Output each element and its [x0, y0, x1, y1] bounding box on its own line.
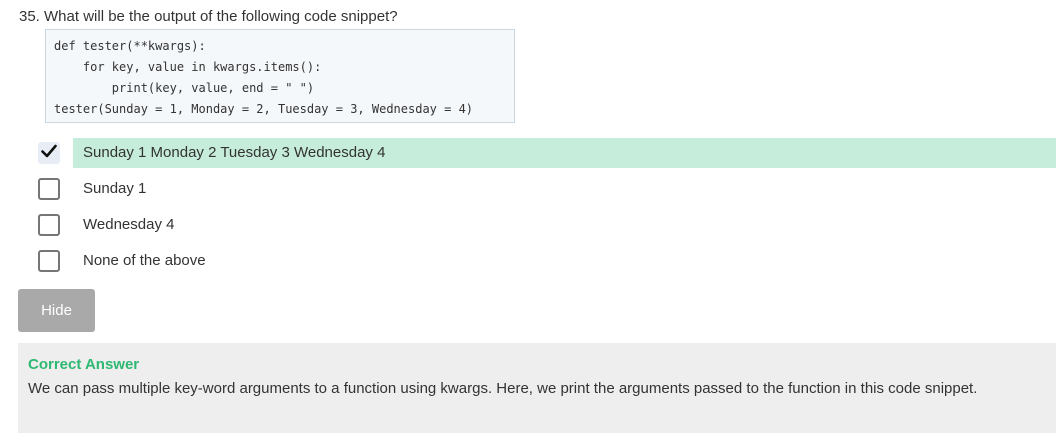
- question-text: 35. What will be the output of the follo…: [19, 8, 398, 25]
- option-3-checkbox[interactable]: [38, 214, 60, 236]
- hide-button[interactable]: Hide: [18, 289, 95, 332]
- code-line: for key, value in kwargs.items():: [54, 60, 322, 74]
- option-4-checkbox[interactable]: [38, 250, 60, 272]
- answer-explanation: We can pass multiple key-word arguments …: [28, 380, 978, 397]
- option-1-label: Sunday 1 Monday 2 Tuesday 3 Wednesday 4: [73, 138, 1056, 168]
- code-line: print(key, value, end = " "): [54, 81, 315, 95]
- option-4[interactable]: None of the above: [38, 246, 206, 276]
- option-2-label: Sunday 1: [83, 180, 147, 197]
- code-line: def tester(**kwargs):: [54, 39, 206, 53]
- option-2[interactable]: Sunday 1: [38, 174, 146, 204]
- option-4-label: None of the above: [83, 252, 206, 269]
- checkmark-icon: [41, 144, 57, 163]
- code-snippet: def tester(**kwargs): for key, value in …: [45, 29, 515, 123]
- option-2-checkbox[interactable]: [38, 178, 60, 200]
- answer-panel: Correct Answer We can pass multiple key-…: [18, 343, 1056, 433]
- code-line: tester(Sunday = 1, Monday = 2, Tuesday =…: [54, 102, 474, 116]
- option-3[interactable]: Wednesday 4: [38, 210, 174, 240]
- answer-title: Correct Answer: [28, 356, 140, 373]
- option-1-checkbox[interactable]: [38, 142, 60, 164]
- option-3-label: Wednesday 4: [83, 216, 175, 233]
- option-1[interactable]: Sunday 1 Monday 2 Tuesday 3 Wednesday 4: [38, 138, 1056, 168]
